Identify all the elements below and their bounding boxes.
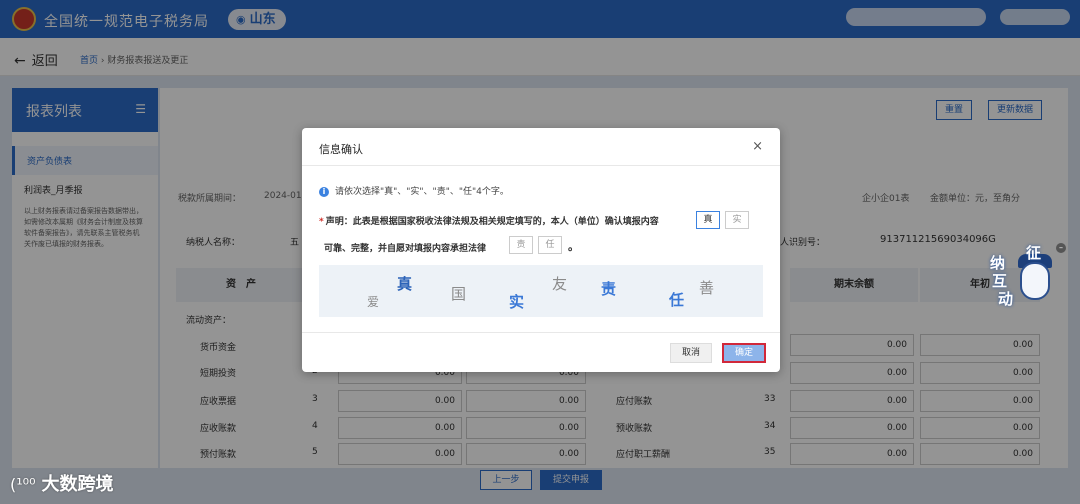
close-icon[interactable]: ×	[752, 139, 763, 154]
answer-box-4[interactable]: 任	[538, 236, 562, 254]
captcha-char[interactable]: 真	[397, 273, 412, 294]
captcha-char[interactable]: 友	[552, 273, 567, 294]
dialog-footer-divider	[302, 332, 780, 333]
captcha-char[interactable]: 实	[509, 291, 524, 312]
required-mark: *	[319, 217, 324, 227]
dialog-title: 信息确认	[319, 143, 363, 156]
captcha-char[interactable]: 责	[601, 278, 616, 299]
mascot-char: 征	[1026, 244, 1042, 262]
watermark-logo: (¹⁰⁰	[10, 475, 36, 494]
captcha-char[interactable]: 爱	[367, 293, 379, 310]
declaration-line-1: * 声明：此表是根据国家税收法律法规及相关规定填写的，本人（单位）确认填报内容	[319, 214, 659, 227]
answer-box-1[interactable]: 真	[696, 211, 720, 229]
info-icon: i	[319, 187, 329, 197]
mascot-char: 动	[998, 290, 1014, 308]
cancel-button[interactable]: 取消	[670, 343, 712, 363]
watermark-text: 大数跨境	[41, 474, 114, 495]
dialog-header: 信息确认 ×	[302, 128, 780, 166]
hint-text: 请依次选择"真"、"实"、"责"、"任"4个字。	[335, 187, 509, 197]
answer-box-2[interactable]: 实	[725, 211, 749, 229]
collapse-icon[interactable]: –	[1056, 243, 1066, 253]
tax-interaction-mascot[interactable]: 征 纳 互 动	[990, 242, 1060, 308]
captcha-char[interactable]: 国	[451, 283, 466, 304]
declaration-text-2: 可靠、完整，并自愿对填报内容承担法律	[324, 244, 487, 254]
captcha-char[interactable]: 善	[699, 277, 714, 298]
confirm-button[interactable]: 确定	[722, 343, 766, 363]
watermark: (¹⁰⁰ 大数跨境	[10, 470, 113, 496]
answer-box-3[interactable]: 责	[509, 236, 533, 254]
declaration-period: 。	[568, 240, 579, 253]
info-confirm-dialog: 信息确认 × i 请依次选择"真"、"实"、"责"、"任"4个字。 * 声明：此表是…	[302, 128, 780, 372]
captcha-image[interactable]: 爱 真 国 实 友 责 任 善	[319, 265, 763, 317]
declaration-text-1: 声明：此表是根据国家税收法律法规及相关规定填写的，本人（单位）确认填报内容	[325, 217, 659, 227]
dialog-hint: i 请依次选择"真"、"实"、"责"、"任"4个字。	[319, 184, 509, 197]
captcha-char[interactable]: 任	[669, 289, 684, 310]
mascot-icon	[1020, 262, 1050, 300]
